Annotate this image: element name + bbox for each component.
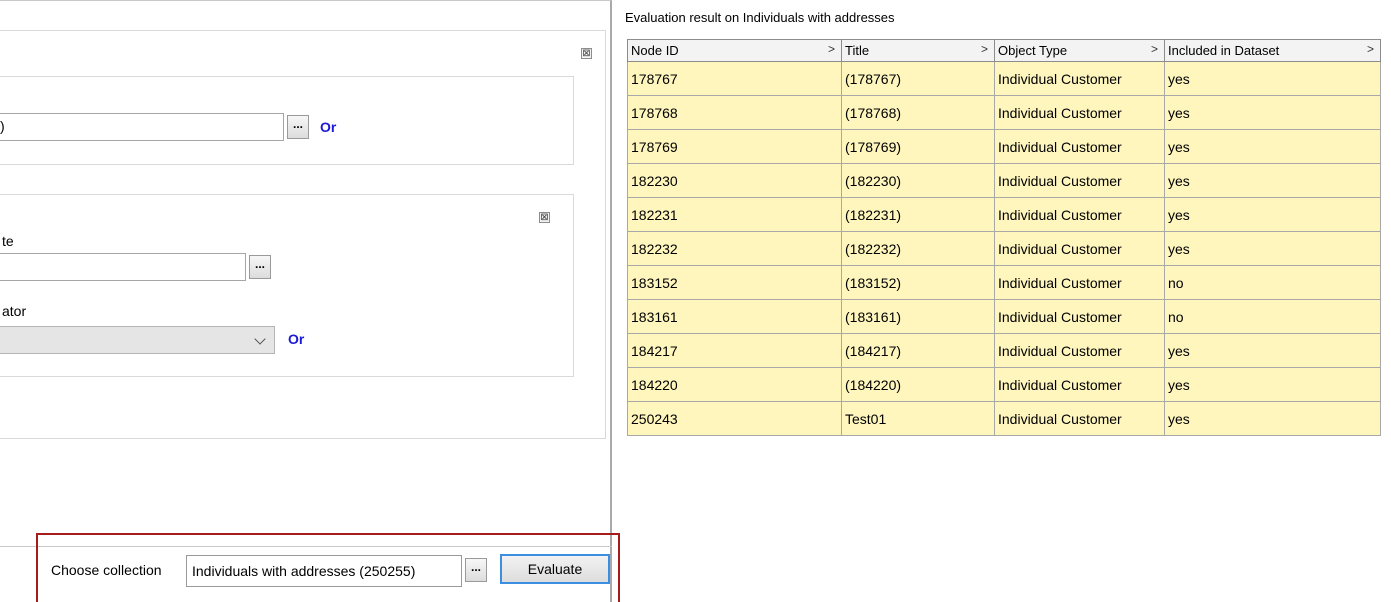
table-row[interactable]: 182231 (182231) Individual Customer yes bbox=[627, 197, 1381, 232]
object-type-cell: Individual Customer bbox=[994, 129, 1165, 164]
object-type-cell: Individual Customer bbox=[994, 333, 1165, 368]
results-table: Node ID > Title > Object Type > Included… bbox=[627, 39, 1381, 436]
close-icon[interactable]: ⊠ bbox=[539, 212, 550, 223]
column-label: Object Type bbox=[998, 43, 1068, 58]
table-row[interactable]: 183161 (183161) Individual Customer no bbox=[627, 299, 1381, 334]
operator-label: ator bbox=[2, 303, 27, 319]
table-row[interactable]: 184220 (184220) Individual Customer yes bbox=[627, 367, 1381, 402]
results-title: Evaluation result on Individuals with ad… bbox=[625, 10, 895, 25]
condition-value-input[interactable]: ) bbox=[0, 113, 284, 141]
object-type-cell: Individual Customer bbox=[994, 95, 1165, 130]
included-cell: yes bbox=[1164, 231, 1381, 266]
choose-collection-label: Choose collection bbox=[51, 562, 162, 578]
table-row[interactable]: 178768 (178768) Individual Customer yes bbox=[627, 95, 1381, 130]
column-label: Included in Dataset bbox=[1168, 43, 1280, 58]
object-type-cell: Individual Customer bbox=[994, 163, 1165, 198]
condition-box-1: ) ... Or bbox=[0, 76, 574, 165]
included-cell: yes bbox=[1164, 367, 1381, 402]
condition-box-2: ⊠ te ... ator Or bbox=[0, 194, 574, 377]
node-id-cell: 182232 bbox=[627, 231, 842, 266]
results-header-row: Node ID > Title > Object Type > Included… bbox=[627, 39, 1381, 62]
node-id-cell: 183161 bbox=[627, 299, 842, 334]
column-label: Title bbox=[845, 43, 870, 58]
object-type-cell: Individual Customer bbox=[994, 299, 1165, 334]
attribute-input[interactable] bbox=[0, 253, 246, 281]
column-header-included[interactable]: Included in Dataset > bbox=[1164, 39, 1381, 62]
chevron-down-icon bbox=[254, 333, 266, 345]
table-row[interactable]: 178769 (178769) Individual Customer yes bbox=[627, 129, 1381, 164]
table-row[interactable]: 182230 (182230) Individual Customer yes bbox=[627, 163, 1381, 198]
sort-arrow-icon[interactable]: > bbox=[1151, 42, 1158, 56]
included-cell: no bbox=[1164, 299, 1381, 334]
node-id-cell: 178769 bbox=[627, 129, 842, 164]
table-row[interactable]: 184217 (184217) Individual Customer yes bbox=[627, 333, 1381, 368]
close-icon[interactable]: ⊠ bbox=[581, 48, 592, 59]
results-body: 178767 (178767) Individual Customer yes 1787… bbox=[627, 61, 1381, 436]
title-cell: (184217) bbox=[841, 333, 995, 368]
attribute-browse-button[interactable]: ... bbox=[249, 255, 271, 279]
title-cell: (182232) bbox=[841, 231, 995, 266]
object-type-cell: Individual Customer bbox=[994, 197, 1165, 232]
included-cell: yes bbox=[1164, 163, 1381, 198]
table-row[interactable]: 182232 (182232) Individual Customer yes bbox=[627, 231, 1381, 266]
sort-arrow-icon[interactable]: > bbox=[828, 42, 835, 56]
sort-arrow-icon[interactable]: > bbox=[981, 42, 988, 56]
or-link[interactable]: Or bbox=[320, 119, 336, 135]
browse-button[interactable]: ... bbox=[287, 115, 309, 139]
evaluate-button[interactable]: Evaluate bbox=[500, 554, 610, 584]
collection-browse-button[interactable]: ... bbox=[465, 558, 487, 582]
condition-group-outer: ⊠ ) ... Or ⊠ te ... ator Or bbox=[0, 30, 606, 439]
object-type-cell: Individual Customer bbox=[994, 61, 1165, 96]
column-header-object-type[interactable]: Object Type > bbox=[994, 39, 1165, 62]
included-cell: yes bbox=[1164, 129, 1381, 164]
node-id-cell: 178767 bbox=[627, 61, 842, 96]
object-type-cell: Individual Customer bbox=[994, 231, 1165, 266]
object-type-cell: Individual Customer bbox=[994, 367, 1165, 402]
condition-editor-panel: ⊠ ) ... Or ⊠ te ... ator Or bbox=[0, 0, 612, 602]
table-row[interactable]: 183152 (183152) Individual Customer no bbox=[627, 265, 1381, 300]
included-cell: yes bbox=[1164, 95, 1381, 130]
title-cell: (183161) bbox=[841, 299, 995, 334]
or-link[interactable]: Or bbox=[288, 331, 304, 347]
node-id-cell: 178768 bbox=[627, 95, 842, 130]
title-cell: (182230) bbox=[841, 163, 995, 198]
table-row[interactable]: 178767 (178767) Individual Customer yes bbox=[627, 61, 1381, 96]
node-id-cell: 184217 bbox=[627, 333, 842, 368]
title-cell: (184220) bbox=[841, 367, 995, 402]
included-cell: yes bbox=[1164, 197, 1381, 232]
sort-arrow-icon[interactable]: > bbox=[1367, 42, 1374, 56]
title-cell: (178768) bbox=[841, 95, 995, 130]
attribute-label: te bbox=[2, 233, 14, 249]
column-label: Node ID bbox=[631, 43, 679, 58]
node-id-cell: 182230 bbox=[627, 163, 842, 198]
node-id-cell: 184220 bbox=[627, 367, 842, 402]
column-header-node-id[interactable]: Node ID > bbox=[627, 39, 842, 62]
operator-dropdown[interactable] bbox=[0, 326, 275, 354]
object-type-cell: Individual Customer bbox=[994, 401, 1165, 436]
input-text-fragment: ) bbox=[0, 118, 5, 134]
collection-input[interactable]: Individuals with addresses (250255) bbox=[186, 555, 462, 587]
object-type-cell: Individual Customer bbox=[994, 265, 1165, 300]
node-id-cell: 183152 bbox=[627, 265, 842, 300]
title-cell: (183152) bbox=[841, 265, 995, 300]
included-cell: yes bbox=[1164, 61, 1381, 96]
node-id-cell: 182231 bbox=[627, 197, 842, 232]
included-cell: yes bbox=[1164, 333, 1381, 368]
title-cell: (178767) bbox=[841, 61, 995, 96]
column-header-title[interactable]: Title > bbox=[841, 39, 995, 62]
title-cell: (178769) bbox=[841, 129, 995, 164]
title-cell: Test01 bbox=[841, 401, 995, 436]
node-id-cell: 250243 bbox=[627, 401, 842, 436]
title-cell: (182231) bbox=[841, 197, 995, 232]
included-cell: no bbox=[1164, 265, 1381, 300]
included-cell: yes bbox=[1164, 401, 1381, 436]
table-row[interactable]: 250243 Test01 Individual Customer yes bbox=[627, 401, 1381, 436]
